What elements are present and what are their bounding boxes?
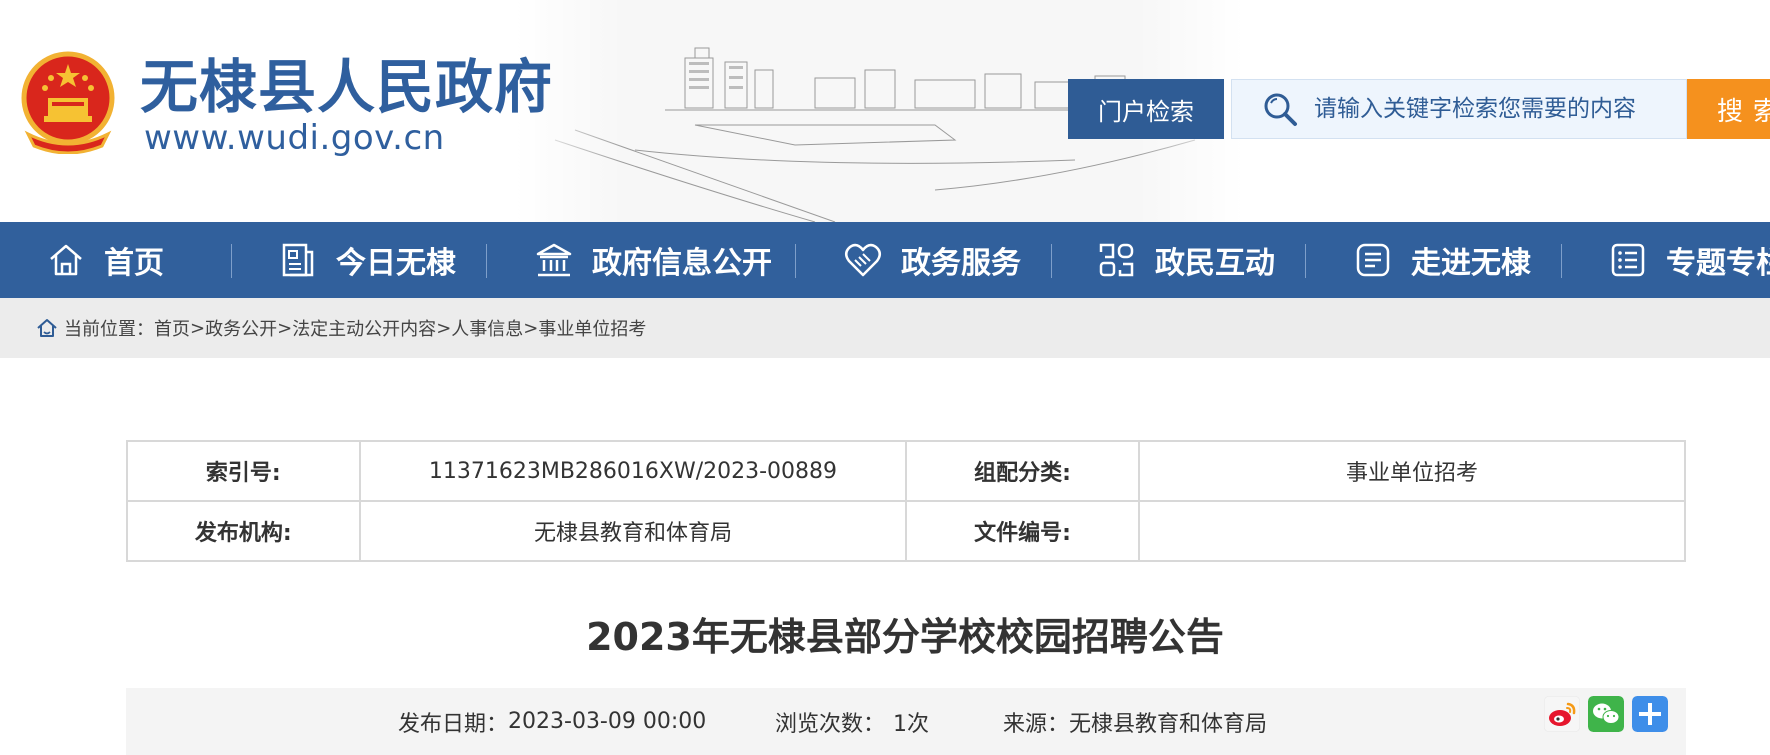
- doc-number-value: [1137, 500, 1687, 562]
- category-label: 组配分类:: [905, 440, 1140, 502]
- nav-label: 政府信息公开: [592, 246, 772, 281]
- portal-search-button[interactable]: 门户检索: [1068, 79, 1224, 139]
- nav-item-services[interactable]: 政务服务: [843, 222, 1021, 298]
- publish-date: 发布日期： 2023-03-09 00:00: [398, 688, 706, 755]
- doc-number-label: 文件编号:: [905, 500, 1140, 562]
- nav-divider: [231, 244, 232, 278]
- nav-item-home[interactable]: 首页: [46, 222, 164, 298]
- list-card-icon: [1356, 243, 1390, 277]
- site-url[interactable]: www.wudi.gov.cn: [144, 116, 445, 160]
- nav-item-gov-info[interactable]: 政府信息公开: [534, 222, 772, 298]
- publisher-value: 无棣县教育和体育局: [358, 500, 908, 562]
- home-icon: [50, 244, 82, 276]
- government-building-icon: [536, 243, 572, 277]
- table-row: 索引号: 11371623MB286016XW/2023-00889 组配分类:…: [126, 440, 1687, 502]
- nav-item-today[interactable]: 今日无棣: [278, 222, 456, 298]
- article-title: 2023年无棣县部分学校校园招聘公告: [586, 615, 1224, 659]
- nav-label: 今日无棣: [336, 246, 456, 281]
- breadcrumb: 当前位置： 首页 > 政务公开 > 法定主动公开内容 > 人事信息 > 事业单位…: [0, 298, 1770, 358]
- breadcrumb-separator: >: [277, 317, 293, 339]
- article-source: 来源： 无棣县教育和体育局: [1003, 688, 1267, 755]
- site-title[interactable]: 无棣县人民政府: [140, 52, 553, 122]
- home-icon: [37, 319, 57, 337]
- search-box: [1231, 79, 1687, 139]
- nav-divider: [1051, 244, 1052, 278]
- breadcrumb-link-personnel[interactable]: 人事信息: [451, 315, 523, 341]
- handshake-heart-icon: [845, 243, 881, 277]
- publish-date-label: 发布日期：: [398, 711, 509, 737]
- wechat-icon[interactable]: [1588, 696, 1624, 732]
- index-value: 11371623MB286016XW/2023-00889: [358, 440, 908, 502]
- main-nav: 首页 今日无棣 政府信息公开 政务服务 政民互动 走进无棣 专题专栏: [0, 222, 1770, 298]
- interaction-icon: [1099, 243, 1134, 277]
- source-value: 无棣县教育和体育局: [1069, 711, 1268, 737]
- category-value: 事业单位招考: [1137, 440, 1687, 502]
- breadcrumb-link-home[interactable]: 首页: [154, 315, 190, 341]
- national-emblem-logo: [21, 51, 115, 154]
- document-icon: [282, 243, 314, 277]
- breadcrumb-separator: >: [436, 317, 452, 339]
- index-label: 索引号:: [126, 440, 361, 502]
- source-label: 来源：: [1003, 711, 1070, 737]
- nav-label: 政民互动: [1155, 246, 1275, 281]
- nav-item-topics[interactable]: 专题专栏: [1608, 222, 1770, 298]
- nav-divider: [795, 244, 796, 278]
- breadcrumb-separator: >: [523, 317, 539, 339]
- publisher-label: 发布机构:: [126, 500, 361, 562]
- nav-label: 政务服务: [901, 246, 1021, 281]
- nav-divider: [1561, 244, 1562, 278]
- breadcrumb-link-statutory[interactable]: 法定主动公开内容: [292, 315, 436, 341]
- weibo-icon[interactable]: [1544, 696, 1580, 732]
- article-info-bar: 发布日期： 2023-03-09 00:00 浏览次数： 1次 来源： 无棣县教育和体…: [126, 688, 1686, 755]
- breadcrumb-separator: >: [190, 317, 206, 339]
- search-button[interactable]: 搜索: [1687, 79, 1770, 139]
- nav-label: 专题专栏: [1666, 246, 1770, 281]
- nav-divider: [486, 244, 487, 278]
- nav-divider: [1305, 244, 1306, 278]
- search-input[interactable]: [1314, 96, 1684, 122]
- nav-item-about[interactable]: 走进无棣: [1353, 222, 1531, 298]
- search-icon: [1264, 93, 1297, 126]
- site-header: 无棣县人民政府 www.wudi.gov.cn 门户检索 搜索: [0, 0, 1770, 222]
- topic-list-icon: [1611, 243, 1645, 277]
- nav-label: 首页: [104, 246, 164, 281]
- breadcrumb-prefix: 当前位置：: [64, 319, 154, 340]
- nav-label: 走进无棣: [1411, 246, 1531, 281]
- view-count: 浏览次数： 1次: [775, 688, 929, 755]
- document-meta-table: 索引号: 11371623MB286016XW/2023-00889 组配分类:…: [126, 440, 1687, 562]
- publish-date-value: 2023-03-09 00:00: [508, 709, 707, 734]
- breadcrumb-link-gov-affairs[interactable]: 政务公开: [205, 315, 277, 341]
- breadcrumb-link-recruitment[interactable]: 事业单位招考: [538, 315, 646, 341]
- nav-item-interaction[interactable]: 政民互动: [1097, 222, 1275, 298]
- more-share-icon[interactable]: [1632, 696, 1668, 732]
- view-count-label: 浏览次数：: [775, 711, 886, 737]
- view-count-value: 1次: [893, 711, 930, 737]
- table-row: 发布机构: 无棣县教育和体育局 文件编号:: [126, 500, 1687, 562]
